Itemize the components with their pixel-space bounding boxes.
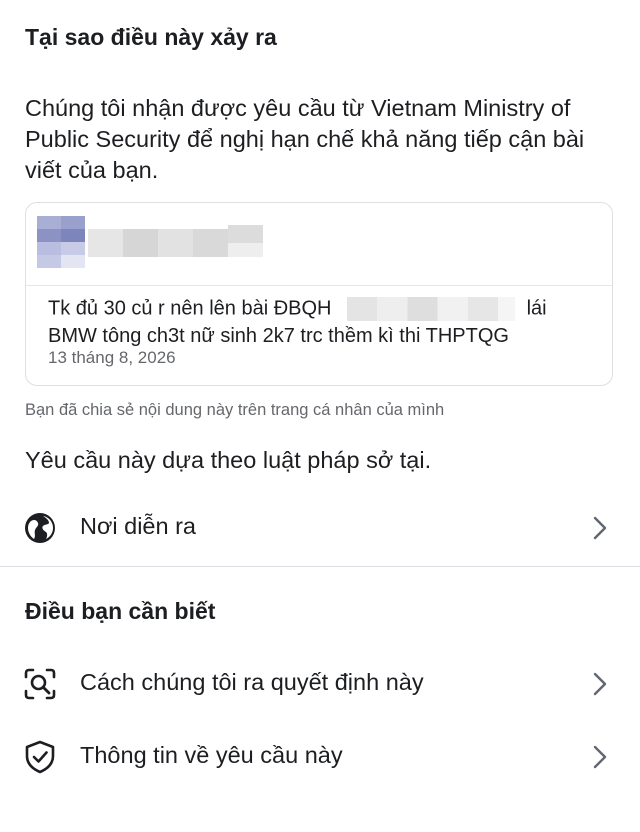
where-row[interactable]: Nơi diễn ra	[0, 498, 640, 558]
know-title: Điều bạn cần biết	[25, 598, 216, 624]
chevron-right-icon	[593, 516, 607, 540]
shield-check-icon	[25, 740, 55, 774]
request-info-row[interactable]: Thông tin về yêu cầu này	[0, 727, 640, 787]
post-text-line-1: Tk đủ 30 củ r nên lên bài ĐBQH lái	[48, 297, 547, 321]
chevron-right-icon	[593, 672, 607, 696]
chevron-right-icon	[593, 745, 607, 769]
post-text-line-2: BMW tông ch3t nữ sinh 2k7 trc thềm kì th…	[48, 325, 509, 347]
request-explanation: Chúng tôi nhận được yêu cầu từ Vietnam M…	[25, 95, 585, 183]
author-name-redacted	[88, 225, 263, 261]
share-note: Bạn đã chia sẻ nội dung này trên trang c…	[25, 401, 445, 419]
decision-row[interactable]: Cách chúng tôi ra quyết định này	[0, 654, 640, 714]
section-divider	[0, 566, 640, 567]
search-scan-icon	[24, 668, 56, 700]
post-header	[26, 203, 612, 286]
request-info-label: Thông tin về yêu cầu này	[80, 742, 343, 768]
law-text: Yêu cầu này dựa theo luật pháp sở tại.	[25, 447, 432, 473]
why-title: Tại sao điều này xảy ra	[25, 24, 277, 50]
post-text-part: Tk đủ 30 củ r nên lên bài ĐBQH	[48, 297, 332, 320]
redacted-text	[347, 297, 516, 321]
post-date: 13 tháng 8, 2026	[48, 348, 176, 367]
globe-icon	[25, 513, 55, 543]
post-preview-card[interactable]: Tk đủ 30 củ r nên lên bài ĐBQH lái BMW t…	[25, 202, 613, 386]
avatar	[37, 216, 85, 268]
post-text-part: lái	[526, 297, 547, 320]
decision-label: Cách chúng tôi ra quyết định này	[80, 669, 424, 695]
where-label: Nơi diễn ra	[80, 513, 196, 539]
